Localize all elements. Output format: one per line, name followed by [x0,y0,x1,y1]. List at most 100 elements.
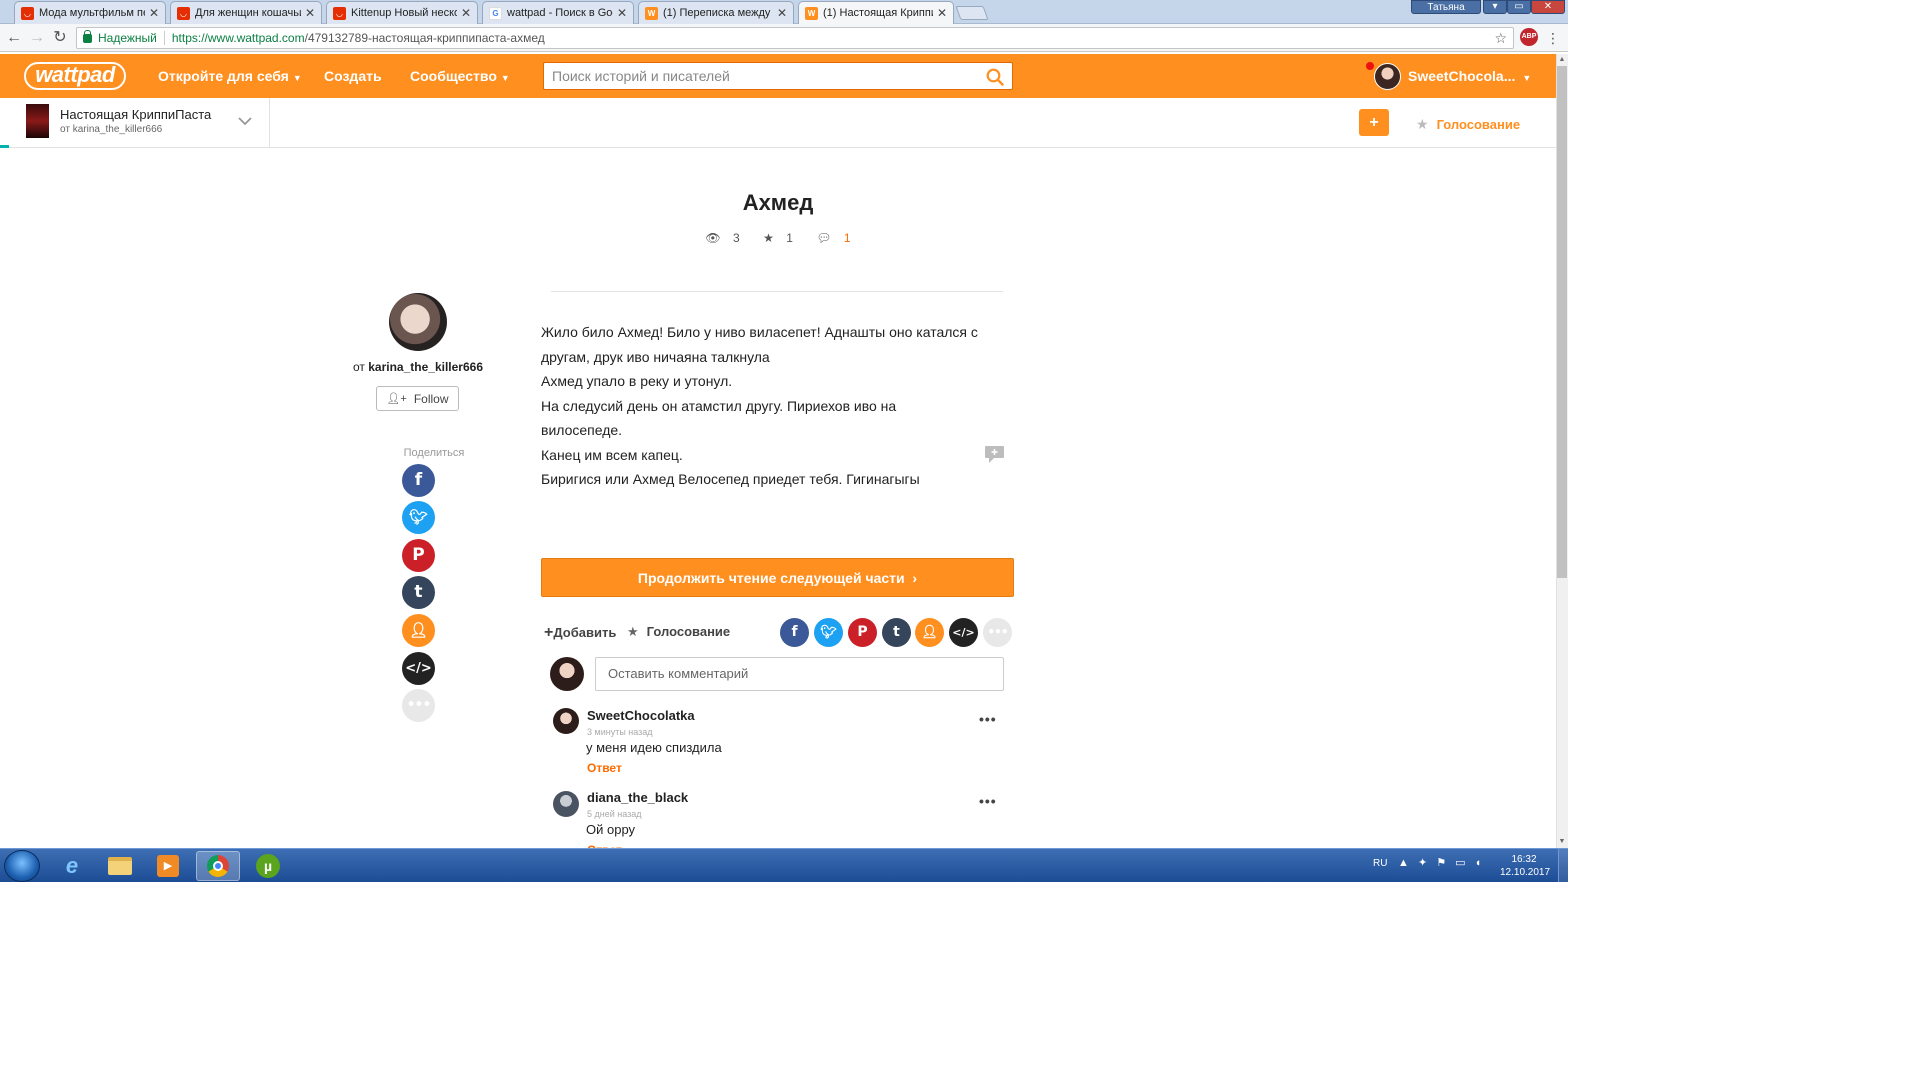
comments-count: 1 [843,231,851,245]
browser-tab-2[interactable]: ◡ Для женщин кошачьи уш ✕ [170,1,322,24]
tab-close-icon[interactable]: ✕ [149,6,159,20]
author-line: от karina_the_killer666 [340,360,496,374]
current-user-avatar [550,657,584,691]
notification-dot[interactable] [1366,62,1374,70]
scroll-up-icon[interactable]: ▲ [1556,54,1568,66]
user-avatar[interactable] [1374,63,1401,90]
add-to-library-button[interactable]: + [1359,109,1389,136]
tab-title: (1) Переписка между ва [663,7,773,19]
chevron-down-icon[interactable] [236,112,254,130]
facebook-icon[interactable]: f [780,618,809,647]
window-user-badge[interactable]: Татьяна [1411,0,1481,14]
star-icon: ★ [763,231,774,245]
new-tab-button[interactable] [955,6,989,20]
facebook-icon[interactable]: f [402,464,435,497]
browser-menu-icon[interactable]: ⋮ [1546,28,1560,48]
story-author[interactable]: от karina_the_killer666 [60,124,162,135]
comment-more-icon[interactable]: ••• [979,793,997,809]
google-favicon-icon: G [489,6,502,20]
reply-button[interactable]: Ответ [587,761,622,775]
adblock-extension-icon[interactable]: ABP [1520,28,1538,46]
author-avatar[interactable] [389,293,447,351]
forward-icon[interactable]: → [27,28,47,48]
wattpad-favicon-icon: W [645,6,658,20]
wattpad-logo[interactable]: wattpad [24,62,126,90]
comment-input[interactable] [595,657,1004,691]
show-desktop-button[interactable] [1558,849,1568,882]
browser-tab-4[interactable]: G wattpad - Поиск в Google ✕ [482,1,634,24]
twitter-icon[interactable]: 🐦︎ [402,501,435,534]
follow-button[interactable]: 👤︎+ Follow [376,386,459,411]
user-menu[interactable]: SweetChocola... ▼ [1408,54,1531,98]
tab-close-icon[interactable]: ✕ [461,6,471,20]
vote-button[interactable]: ★ Голосование [1416,98,1520,148]
bookmark-star-icon[interactable]: ☆ [1494,28,1507,48]
embed-icon[interactable]: </> [949,618,978,647]
keyboard-language[interactable]: RU [1373,858,1387,869]
tab-close-icon[interactable]: ✕ [617,6,627,20]
tab-close-icon[interactable]: ✕ [305,6,315,20]
comment-avatar[interactable] [553,791,579,817]
tab-close-icon[interactable]: ✕ [777,6,787,20]
continue-reading-button[interactable]: Продолжить чтение следующей части › [541,558,1014,597]
tab-title: (1) Настоящая КриппиП [823,7,933,19]
search-input[interactable] [544,63,974,89]
tumblr-icon[interactable]: t [882,618,911,647]
secure-indicator[interactable]: Надежный [83,29,157,45]
utorrent-icon[interactable]: µ [246,851,290,881]
taskbar-clock[interactable]: 16:32 12.10.2017 [1500,853,1550,879]
file-explorer-icon[interactable] [98,851,142,881]
star-icon: ★ [627,624,639,639]
address-bar[interactable]: Надежный https://www.wattpad.com/4791327… [76,27,1514,49]
internet-explorer-icon[interactable]: e [50,851,94,881]
user-name-label: SweetChocola... [1408,68,1516,84]
pinterest-icon[interactable]: P [402,539,435,572]
vote-button-bottom[interactable]: ★ Голосование [627,624,730,640]
tab-close-icon[interactable]: ✕ [937,6,947,20]
maximize-icon[interactable]: ▭ [1507,0,1531,14]
twitter-icon[interactable]: 🐦︎ [814,618,843,647]
browser-tab-5[interactable]: W (1) Переписка между ва ✕ [638,1,794,24]
more-icon[interactable]: ••• [983,618,1012,647]
tab-title: Kittenup Новый нескольк [351,7,457,19]
minimize-icon[interactable]: ▾ [1483,0,1507,14]
story-title[interactable]: Настоящая КриппиПаста [60,107,211,122]
nav-create[interactable]: Создать [324,54,382,98]
comment-more-icon[interactable]: ••• [979,711,997,727]
profile-icon[interactable]: 👤︎ [915,618,944,647]
embed-icon[interactable]: </> [402,652,435,685]
inline-comment-icon[interactable] [984,445,1005,464]
system-tray-icons[interactable]: ▲ ✦ ⚑ ▭ ◖ [1398,856,1484,869]
browser-tab-3[interactable]: ◡ Kittenup Новый нескольк ✕ [326,1,478,24]
more-icon[interactable]: ••• [402,689,435,722]
nav-discover[interactable]: Откройте для себя ▼ [158,54,302,98]
start-button[interactable] [4,850,40,882]
chrome-taskbar-icon[interactable] [196,851,240,881]
pinterest-icon[interactable]: P [848,618,877,647]
add-to-list-button[interactable]: +Добавить [544,624,616,642]
comment-username[interactable]: diana_the_black [587,790,688,805]
search-icon[interactable] [986,68,1004,86]
story-paragraph: Биригися или Ахмед Велосепед приедет теб… [541,471,920,487]
comment-username[interactable]: SweetChocolatka [587,708,695,723]
browser-tab-6-active[interactable]: W (1) Настоящая КриппиП ✕ [798,1,954,24]
nav-community[interactable]: Сообщество ▼ [410,54,510,98]
caret-down-icon: ▼ [500,73,510,83]
comment-avatar[interactable] [553,708,579,734]
profile-icon[interactable]: 👤︎ [402,614,435,647]
tumblr-icon[interactable]: t [402,576,435,609]
votes-count: 1 [786,231,793,245]
browser-tab-1[interactable]: ◡ Мода мультфильм печат ✕ [14,1,166,24]
url-text[interactable]: https://www.wattpad.com/479132789-настоя… [172,31,545,45]
scroll-down-icon[interactable]: ▼ [1556,836,1568,848]
story-text: Жило било Ахмед! Било у ниво виласепет! … [541,320,981,492]
search-box [543,62,1013,90]
story-cover-image[interactable] [26,104,49,138]
close-window-icon[interactable]: ✕ [1531,0,1565,14]
reload-icon[interactable]: ↻ [50,28,70,48]
scrollbar-thumb[interactable] [1557,66,1567,578]
author-name-link[interactable]: karina_the_killer666 [368,360,483,374]
back-icon[interactable]: ← [4,28,24,48]
media-player-icon[interactable]: ▶ [146,851,190,881]
comments-stat[interactable]: 💬︎ 1 [811,231,855,245]
